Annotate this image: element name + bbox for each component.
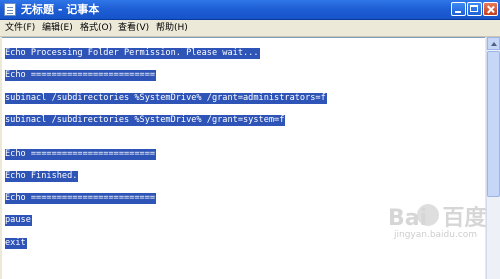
text-line: Echo Finished. [5, 171, 79, 182]
window-title: 无标题 - 记事本 [21, 3, 100, 16]
text-line: subinacl /subdirectories %SystemDrive% /… [5, 115, 286, 126]
notepad-icon [4, 3, 16, 16]
text-line: subinacl /subdirectories %SystemDrive% /… [5, 93, 327, 104]
menu-help[interactable]: 帮助(H) [156, 21, 188, 35]
text-line: Echo ======================== [5, 193, 157, 204]
baidu-watermark: Bai 百度 jingyan.baidu.com [388, 200, 498, 270]
close-button[interactable] [483, 2, 498, 16]
minimize-button[interactable] [451, 2, 466, 16]
text-line: exit [5, 238, 27, 249]
notepad-window: 无标题 - 记事本 文件(F) 编辑(E) 格式(O) 查看(V) 帮助(H) … [0, 0, 500, 279]
text-line: Echo ======================== [5, 149, 157, 160]
text-line: Echo ======================== [5, 70, 157, 81]
scrollbar-thumb[interactable] [487, 51, 500, 197]
watermark-logo: Bai 百度 [388, 206, 487, 231]
text-line: Echo Processing Folder Permission. Pleas… [5, 48, 260, 59]
scroll-up-arrow-icon[interactable] [487, 37, 500, 50]
menu-edit[interactable]: 编辑(E) [42, 21, 73, 35]
text-line: pause [5, 215, 32, 226]
maximize-button[interactable] [467, 2, 482, 16]
watermark-url: jingyan.baidu.com [394, 230, 478, 240]
menu-bar: 文件(F) 编辑(E) 格式(O) 查看(V) 帮助(H) [0, 20, 500, 37]
menu-view[interactable]: 查看(V) [118, 21, 149, 35]
menu-file[interactable]: 文件(F) [5, 21, 35, 35]
title-bar[interactable]: 无标题 - 记事本 [0, 0, 500, 20]
menu-format[interactable]: 格式(O) [80, 21, 112, 35]
